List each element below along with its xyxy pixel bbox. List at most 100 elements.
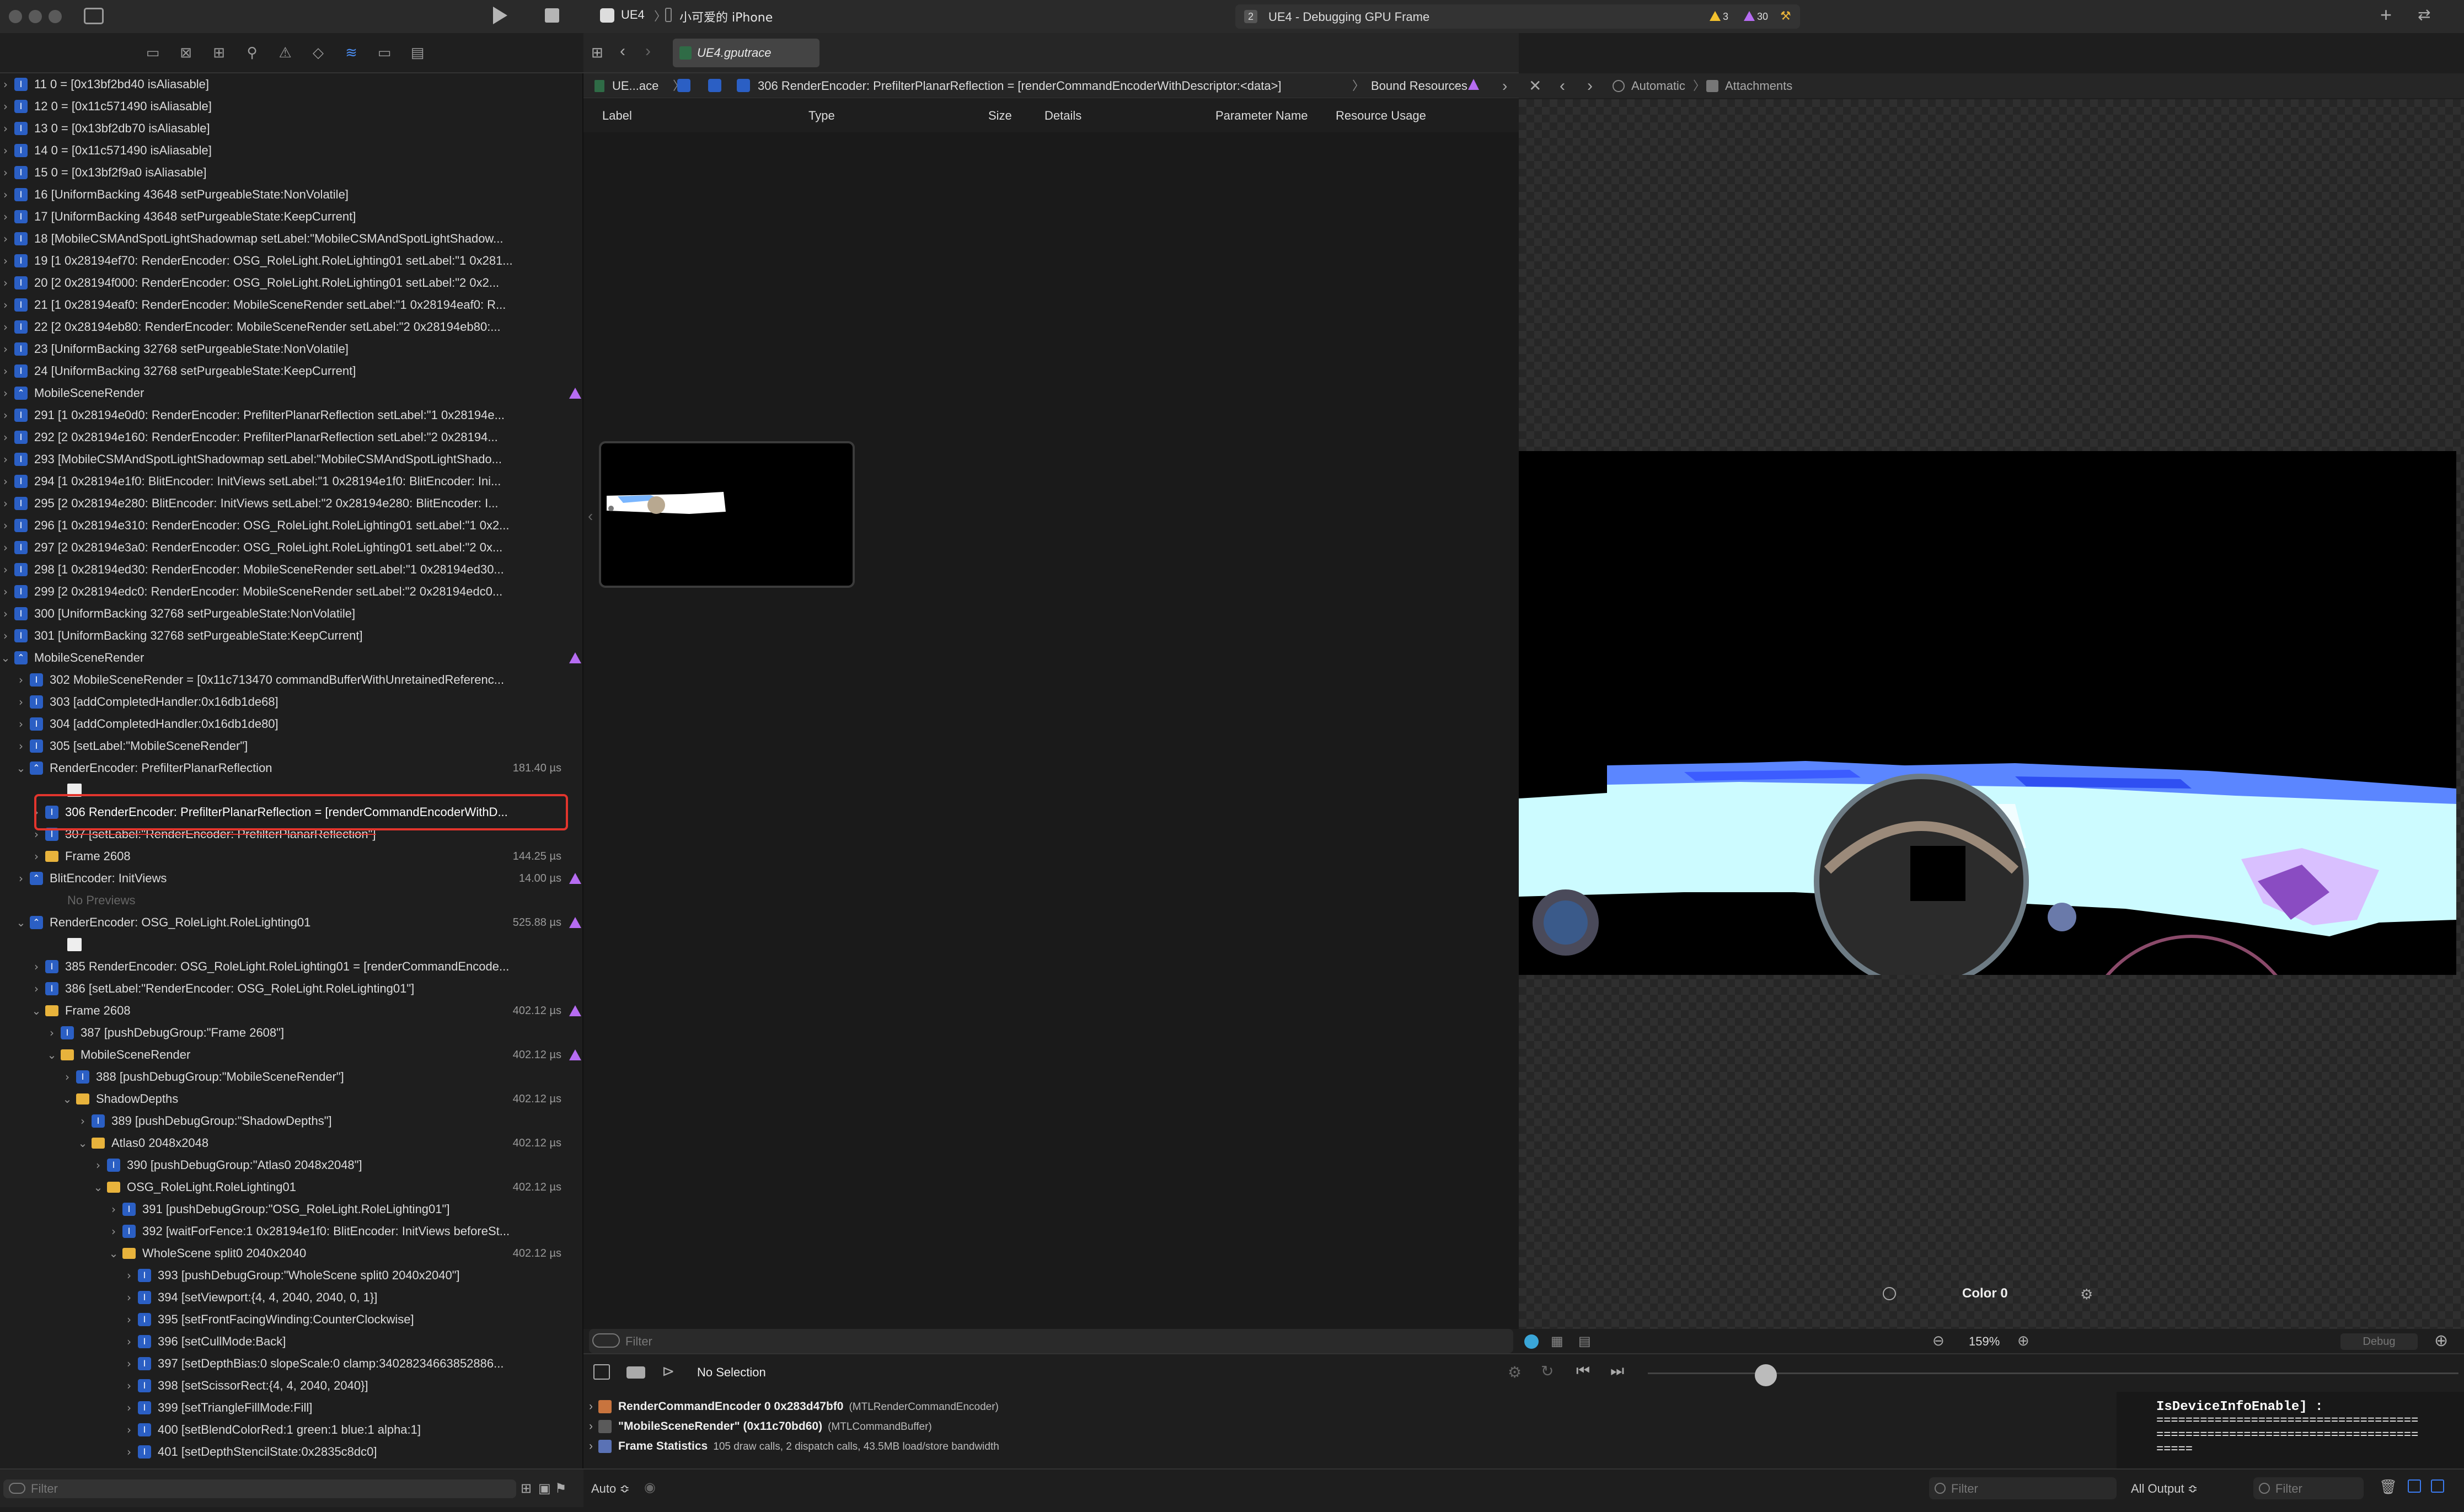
tree-row[interactable]: › I 24 [UniformBacking 32768 setPurgeableS…: [0, 360, 582, 382]
chevron-right-icon[interactable]: ›: [0, 73, 11, 95]
issue-icon[interactable]: [569, 873, 581, 884]
tree-group[interactable]: ⌄ Atlas0 2048x2048 402.12 µs: [0, 1132, 582, 1154]
tree-group[interactable]: ⌄ MobileSceneRender 402.12 µs: [0, 1044, 582, 1066]
chevron-down-icon[interactable]: ⌄: [15, 912, 26, 934]
tree-row[interactable]: › I 390 [pushDebugGroup:"Atlas0 2048x2048"…: [0, 1154, 582, 1176]
debug-navigator-icon[interactable]: ≋: [343, 45, 360, 61]
issue-icon[interactable]: [569, 1005, 581, 1016]
chevron-right-icon[interactable]: ›: [77, 1110, 88, 1132]
folder-icon[interactable]: ▭: [144, 45, 161, 61]
chevron-right-icon[interactable]: ›: [0, 338, 11, 360]
pause-icon[interactable]: [626, 1366, 645, 1379]
tab-gputrace[interactable]: UE4.gputrace: [673, 39, 819, 67]
tree-row[interactable]: › I 387 [pushDebugGroup:"Frame 2608"]: [0, 1022, 582, 1044]
tree-row[interactable]: › I 388 [pushDebugGroup:"MobileSceneRender…: [0, 1066, 582, 1088]
tree-row[interactable]: › I 292 [2 0x28194e160: RenderEncoder: Pre…: [0, 426, 582, 448]
tree-encoder[interactable]: ⌄ ⌃ RenderEncoder: OSG_RoleLight.RoleLight…: [0, 912, 582, 934]
jump-bar-item[interactable]: 306 RenderEncoder: PrefilterPlanarReflec…: [758, 73, 1282, 98]
chevron-right-icon[interactable]: ›: [0, 206, 11, 228]
column-header[interactable]: Type: [808, 99, 835, 132]
chevron-right-icon[interactable]: ›: [0, 426, 11, 448]
tree-row[interactable]: › I 23 [UniformBacking 32768 setPurgeableS…: [0, 338, 582, 360]
tree-row[interactable]: › I 386 [setLabel:"RenderEncoder: OSG_Role…: [0, 978, 582, 1000]
chevron-right-icon[interactable]: ›: [15, 867, 26, 889]
frame-slider-thumb[interactable]: [1755, 1364, 1777, 1386]
attachments-item[interactable]: Attachments: [1725, 73, 1792, 98]
tree-row[interactable]: › I 14 0 = [0x11c571490 isAliasable]: [0, 140, 582, 162]
issue-icon[interactable]: [569, 917, 581, 928]
report-icon[interactable]: ▤: [409, 45, 426, 61]
tree-row[interactable]: › I 385 RenderEncoder: OSG_RoleLight.RoleL…: [0, 956, 582, 978]
attachment-thumbnail[interactable]: [599, 441, 855, 588]
device-name[interactable]: 小可爱的 iPhone: [679, 8, 773, 25]
tree-row[interactable]: › I 400 [setBlendColorRed:1 green:1 blue:1…: [0, 1419, 582, 1441]
collapse-chevron-icon[interactable]: ‹: [588, 507, 593, 525]
chevron-right-icon[interactable]: ›: [108, 1220, 119, 1242]
tree-row[interactable]: › I 304 [addCompletedHandler:0x16db1de80]: [0, 713, 582, 735]
tree-row[interactable]: › I 396 [setCullMode:Back]: [0, 1331, 582, 1353]
variable-row[interactable]: › RenderCommandEncoder 0 0x283d47bf0 (MTLR…: [589, 1397, 999, 1416]
issue-icon[interactable]: [1744, 11, 1755, 21]
tree-row[interactable]: › I 302 MobileSceneRender = [0x11c713470 c…: [0, 669, 582, 691]
chevron-right-icon[interactable]: ›: [31, 956, 42, 978]
tree-row[interactable]: › I 293 [MobileCSMAndSpotLightShadowmap se…: [0, 448, 582, 470]
tree-row[interactable]: › I 305 [setLabel:"MobileSceneRender"]: [0, 735, 582, 757]
symbol-icon[interactable]: ⊞: [211, 45, 227, 61]
chevron-right-icon[interactable]: ›: [15, 713, 26, 735]
eye-icon[interactable]: ◉: [644, 1479, 656, 1495]
tree-row[interactable]: › I 299 [2 0x28194edc0: RenderEncoder: Mob…: [0, 581, 582, 603]
grid-icon[interactable]: ▣: [538, 1481, 551, 1497]
tree-row[interactable]: › I 389 [pushDebugGroup:"ShadowDepths"]: [0, 1110, 582, 1132]
tree-row[interactable]: › I 401 [setDepthStencilState:0x2835c8dc0]: [0, 1441, 582, 1463]
tree-row[interactable]: › I 301 [UniformBacking 32768 setPurgeable…: [0, 625, 582, 647]
hide-debug-area-icon[interactable]: [593, 1364, 610, 1380]
tree-row[interactable]: › I 16 [UniformBacking 43648 setPurgeableS…: [0, 184, 582, 206]
chevron-right-icon[interactable]: ›: [0, 294, 11, 316]
forward-chevron-icon[interactable]: ›: [645, 42, 651, 61]
next-issue-icon[interactable]: ›: [1502, 73, 1507, 98]
info-icon[interactable]: [1883, 1287, 1896, 1300]
auto-selector[interactable]: Auto ≎: [591, 1482, 630, 1496]
chevron-right-icon[interactable]: ›: [124, 1441, 135, 1463]
console-filter-input[interactable]: Filter: [2275, 1482, 2302, 1496]
back-chevron-icon[interactable]: ‹: [1560, 73, 1565, 98]
chevron-down-icon[interactable]: ⌄: [93, 1176, 104, 1198]
chevron-right-icon[interactable]: ›: [124, 1331, 135, 1353]
zoom-out-icon[interactable]: ⊖: [1932, 1332, 1945, 1349]
resource-filter-field[interactable]: Filter: [589, 1329, 1513, 1353]
chevron-right-icon[interactable]: ›: [15, 691, 26, 713]
navigator-filter-input[interactable]: Filter: [31, 1482, 58, 1496]
chevron-right-icon[interactable]: ›: [15, 669, 26, 691]
chevron-right-icon[interactable]: ›: [0, 228, 11, 250]
attachment-image[interactable]: [1519, 451, 2456, 1159]
chevron-right-icon[interactable]: ›: [0, 382, 11, 404]
chevron-right-icon[interactable]: ›: [0, 492, 11, 514]
frame-icon[interactable]: ▤: [1578, 1333, 1591, 1349]
tree-row[interactable]: › I 395 [setFrontFacingWinding:CounterCloc…: [0, 1309, 582, 1331]
source-control-icon[interactable]: ⊠: [178, 45, 194, 61]
tree-row[interactable]: › I 300 [UniformBacking 32768 setPurgeable…: [0, 603, 582, 625]
forward-chevron-icon[interactable]: ›: [1587, 73, 1593, 98]
tree-row[interactable]: › I 19 [1 0x28194ef70: RenderEncoder: OSG_…: [0, 250, 582, 272]
chevron-down-icon[interactable]: ⌄: [46, 1044, 57, 1066]
chevron-down-icon[interactable]: ⌄: [0, 647, 11, 669]
prev-issue-icon[interactable]: ‹: [1454, 73, 1459, 98]
chevron-right-icon[interactable]: ›: [0, 360, 11, 382]
chevron-right-icon[interactable]: ›: [589, 1400, 593, 1413]
encoder-preview[interactable]: [67, 938, 82, 951]
bug-icon[interactable]: ⚙: [1508, 1363, 1522, 1381]
tree-row[interactable]: › I 399 [setTriangleFillMode:Fill]: [0, 1397, 582, 1419]
warning-icon[interactable]: [1710, 11, 1721, 21]
chevron-right-icon[interactable]: ›: [0, 250, 11, 272]
chevron-right-icon[interactable]: ›: [31, 978, 42, 1000]
trash-icon[interactable]: 🗑: [2379, 1478, 2397, 1495]
back-chevron-icon[interactable]: ‹: [620, 42, 625, 61]
issue-icon[interactable]: [1468, 79, 1479, 90]
chevron-right-icon[interactable]: ›: [46, 1022, 57, 1044]
tree-row[interactable]: › I 393 [pushDebugGroup:"WholeScene split0…: [0, 1264, 582, 1286]
tree-row[interactable]: › I 303 [addCompletedHandler:0x16db1de68]: [0, 691, 582, 713]
debug-button[interactable]: Debug: [2340, 1333, 2418, 1350]
target-icon[interactable]: ⊕: [2434, 1331, 2448, 1350]
chevron-right-icon[interactable]: ›: [0, 140, 11, 162]
chevron-right-icon[interactable]: ›: [62, 1066, 73, 1088]
